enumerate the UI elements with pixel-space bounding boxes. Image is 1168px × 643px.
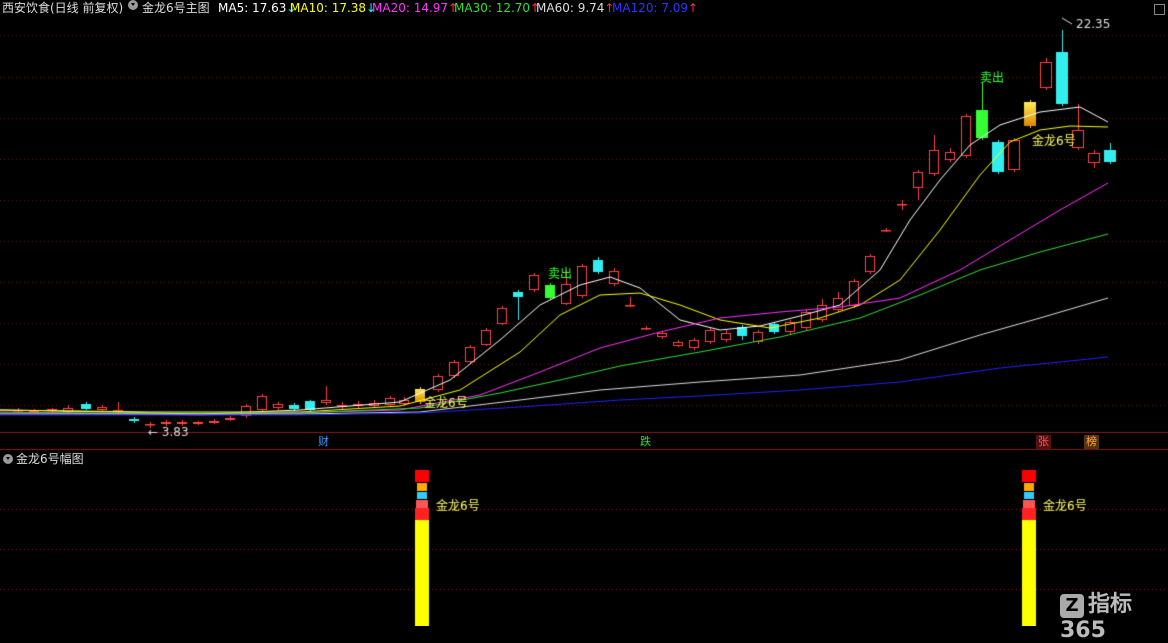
flag-cai[interactable]: 财 bbox=[316, 435, 331, 449]
sub-panel-title[interactable]: 金龙6号幅图 bbox=[16, 452, 84, 466]
ma60-readout: MA60: 9.74↑ bbox=[536, 1, 615, 15]
ma5-readout: MA5: 17.63↓ bbox=[218, 1, 297, 15]
kline-chart[interactable] bbox=[0, 0, 1168, 626]
flag-bang[interactable]: 榜 bbox=[1084, 435, 1099, 449]
sub-dropdown-icon[interactable] bbox=[3, 454, 13, 464]
ma30-readout: MA30: 12.70↑ bbox=[454, 1, 541, 15]
ma20-readout: MA20: 14.97↑ bbox=[372, 1, 459, 15]
watermark-logo-icon: Z bbox=[1060, 594, 1084, 618]
flag-zhang[interactable]: 张 bbox=[1036, 435, 1051, 449]
flag-die[interactable]: 跌 bbox=[638, 435, 653, 449]
ma10-readout: MA10: 17.38↓ bbox=[290, 1, 377, 15]
indicator-title[interactable]: 金龙6号主图 bbox=[142, 0, 210, 16]
dropdown-icon[interactable] bbox=[128, 0, 138, 10]
watermark: Z 指标365 bbox=[1060, 586, 1168, 643]
panel-close-icon[interactable] bbox=[1154, 4, 1165, 15]
stock-title: 西安饮食(日线 前复权) bbox=[2, 1, 124, 15]
chart-header: 西安饮食(日线 前复权) 金龙6号主图 MA5: 17.63↓ MA10: 17… bbox=[0, 0, 1168, 16]
ma120-readout: MA120: 7.09↑ bbox=[612, 1, 699, 15]
